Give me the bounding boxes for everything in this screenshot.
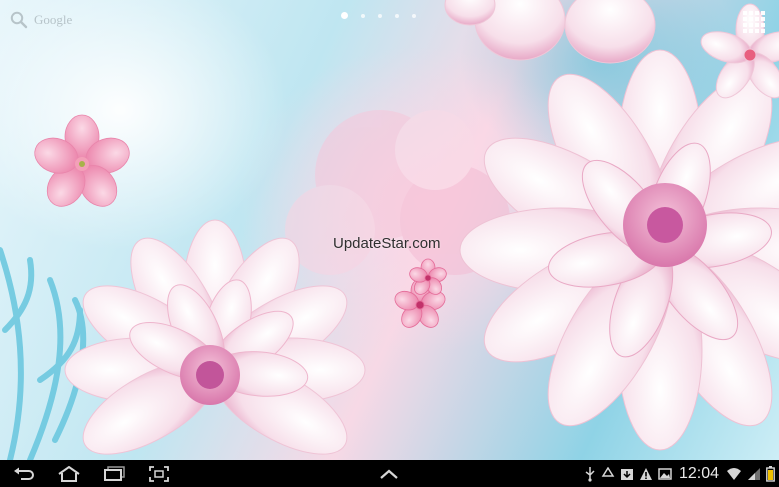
page-dot[interactable]: [395, 13, 399, 18]
recent-apps-icon: [104, 466, 125, 481]
flower-wallpaper: [0, 0, 779, 460]
fern-decoration: [0, 247, 87, 460]
screenshot-button[interactable]: [147, 463, 171, 484]
back-button[interactable]: [12, 463, 36, 484]
recent-apps-button[interactable]: [103, 463, 127, 484]
page-dot[interactable]: [378, 13, 382, 18]
page-dot[interactable]: [361, 13, 365, 18]
status-area[interactable]: 12:04: [584, 460, 775, 487]
usb-icon: [585, 466, 595, 482]
menu-button[interactable]: [378, 463, 400, 484]
image-icon: [658, 467, 672, 480]
recycle-icon: [601, 466, 615, 477]
download-icon: [620, 468, 633, 480]
page-dot[interactable]: [412, 13, 416, 18]
status-clock: 12:04: [678, 464, 719, 482]
home-page-indicator[interactable]: [341, 12, 416, 19]
battery-icon: [766, 465, 775, 482]
top-petals: [444, 0, 656, 64]
watermark-text: UpdateStar.com: [333, 235, 441, 252]
page-dot[interactable]: [341, 12, 348, 19]
warning-icon: [639, 467, 652, 480]
apps-grid-icon[interactable]: [743, 11, 767, 35]
home-button[interactable]: [56, 463, 82, 484]
cherry-blossoms-center: [394, 258, 447, 328]
home-icon: [58, 465, 80, 482]
wifi-icon: [727, 467, 741, 480]
search-icon: [10, 11, 28, 29]
search-label: Google: [34, 12, 73, 27]
screenshot-icon: [149, 465, 169, 482]
back-icon: [14, 467, 34, 480]
small-blossom-left: [34, 114, 130, 207]
google-search-bar[interactable]: Google: [10, 11, 72, 29]
large-flower-right: [459, 49, 779, 451]
wallpaper-art: [0, 0, 779, 460]
chevron-up-icon: [380, 469, 398, 479]
signal-icon: [748, 467, 760, 480]
system-bar: 12:04: [0, 460, 779, 487]
home-screen: Google UpdateStar.com 12:04: [0, 0, 779, 487]
